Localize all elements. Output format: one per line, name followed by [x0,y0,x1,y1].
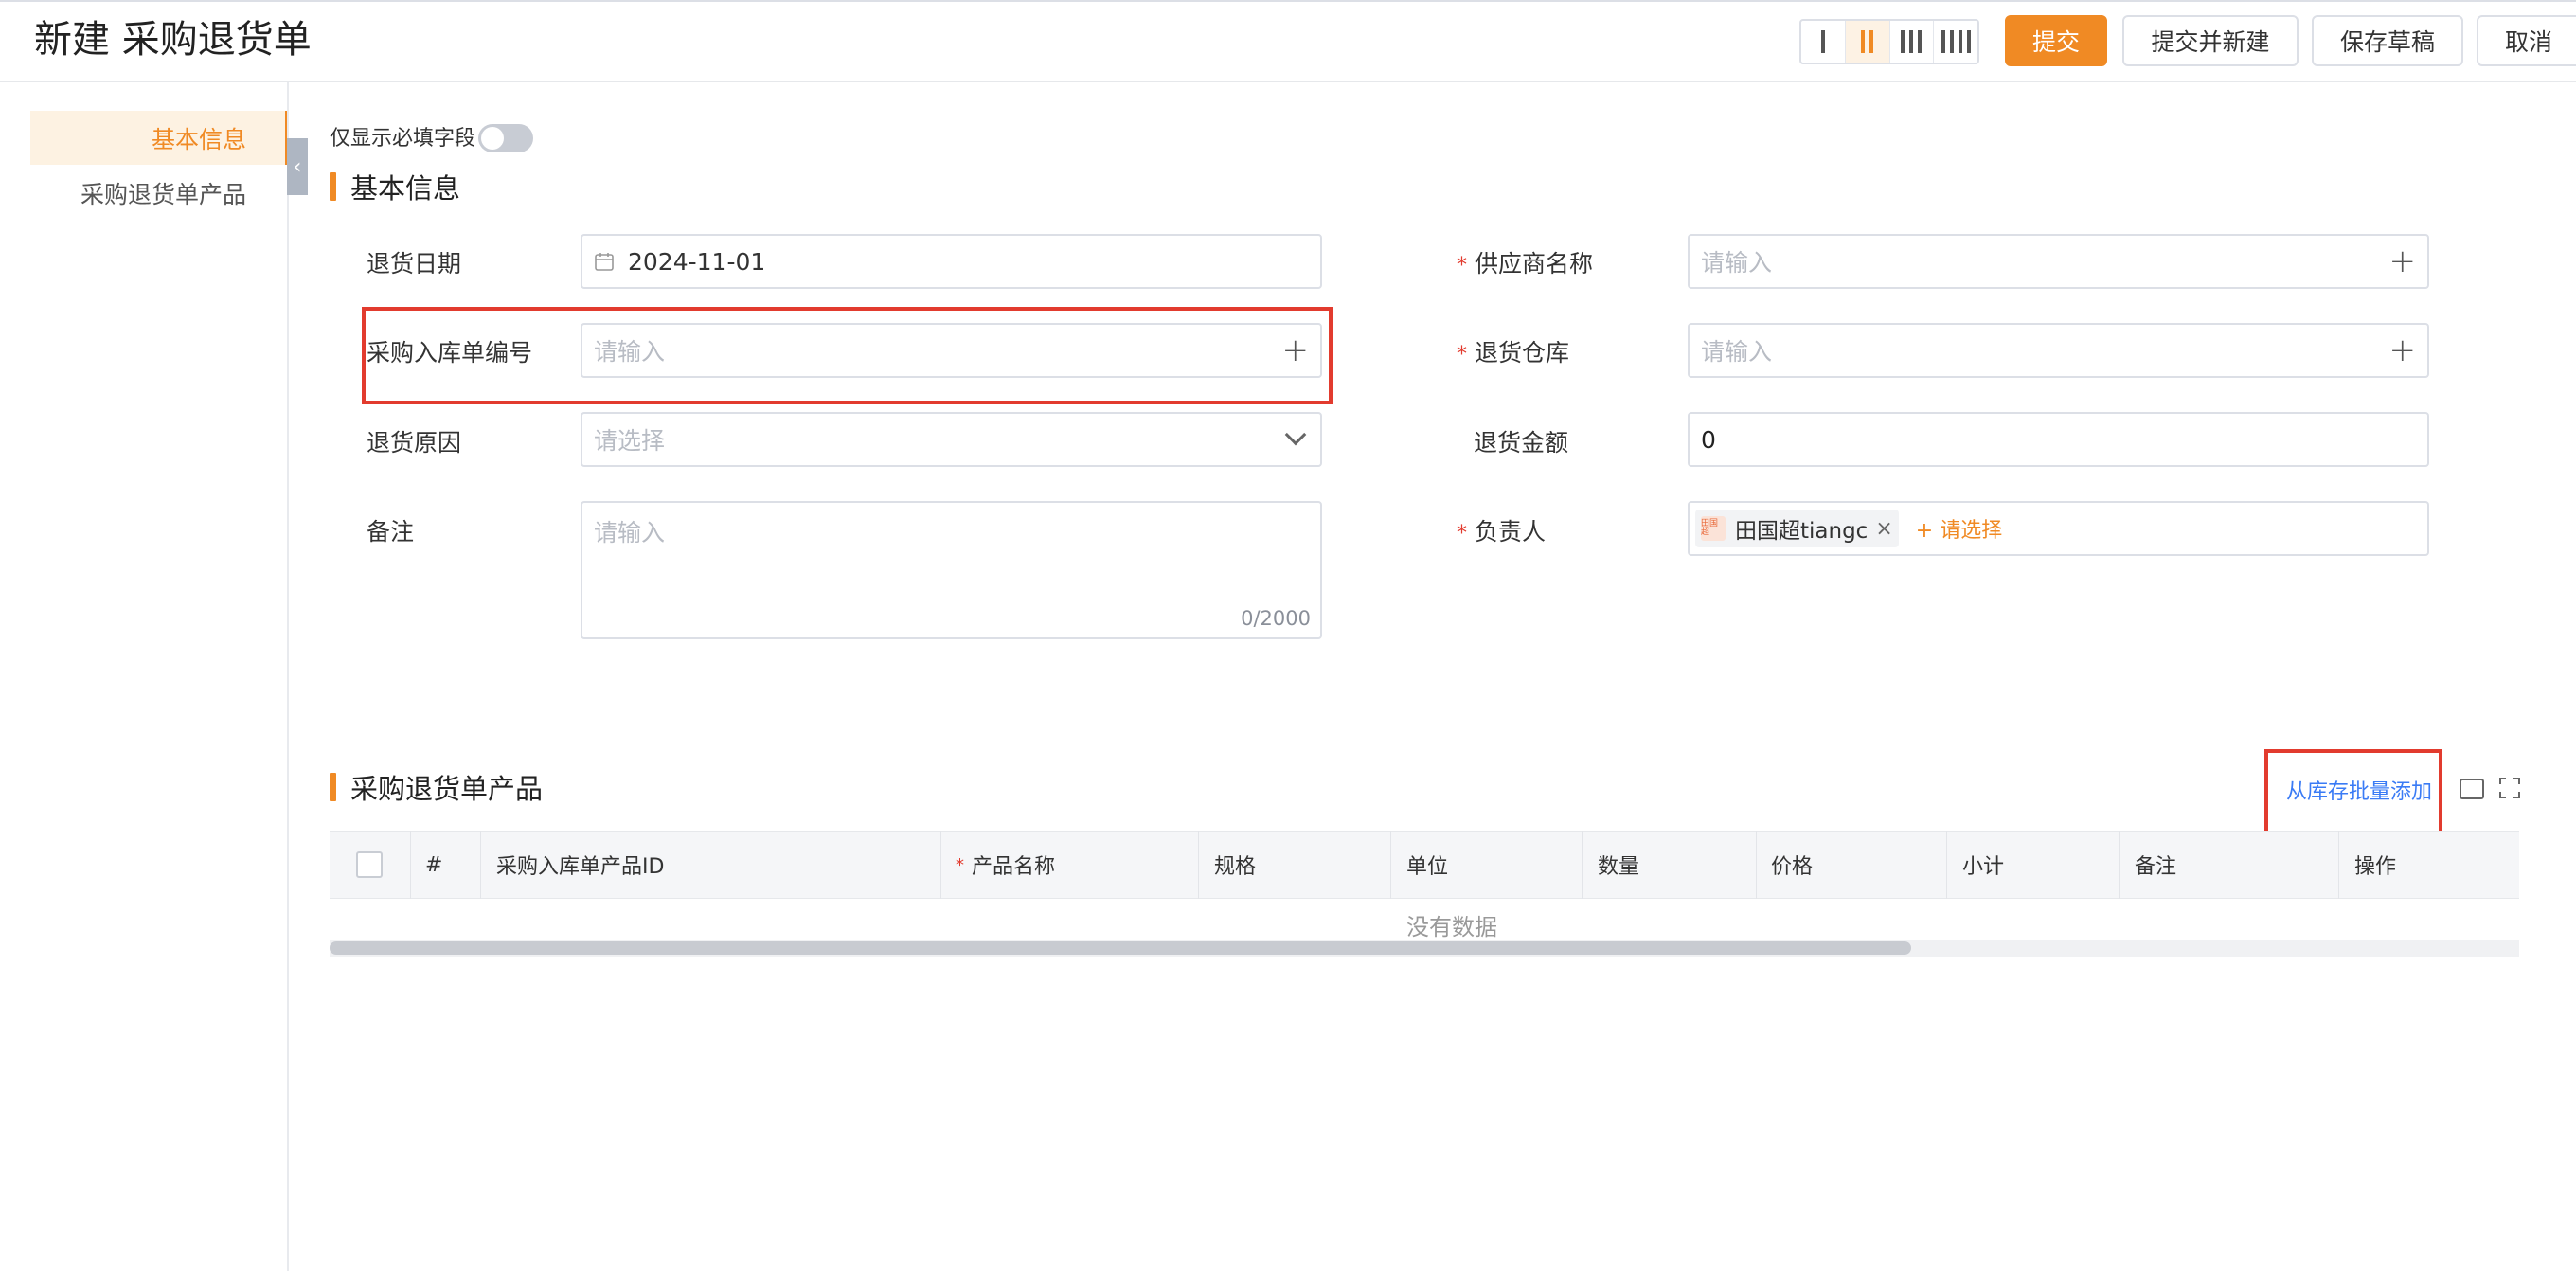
table-empty-text: 没有数据 [1406,914,1497,940]
inbound-no-placeholder: 请输入 [594,338,666,366]
warehouse-label-text: 退货仓库 [1474,339,1569,367]
column-header-remark: 备注 [2135,855,2177,879]
column-header-actions: 操作 [2354,855,2397,879]
layout-four-column-button[interactable] [1934,21,1977,63]
required-mark: * [1457,522,1467,546]
fullscreen-icon[interactable] [2498,777,2521,799]
warehouse-placeholder: 请输入 [1701,338,1773,366]
one-column-icon [1820,30,1825,53]
submit-and-new-button[interactable]: 提交并新建 [2122,15,2299,66]
remark-char-counter: 0/2000 [1241,607,1311,630]
column-separator [480,831,481,899]
column-separator [1582,831,1583,899]
amount-value: 0 [1701,425,1716,454]
select-all-checkbox[interactable] [356,851,383,878]
select-all-cell [356,831,383,899]
avatar: 田国超 [1701,516,1726,541]
return-reason-select[interactable]: 请选择 [581,412,1322,467]
inbound-no-label: 采购入库单编号 [367,339,533,367]
four-column-icon [1941,30,1971,53]
return-date-input[interactable]: 2024-11-01 [581,234,1322,289]
return-date-value: 2024-11-01 [628,247,766,276]
supplier-placeholder: 请输入 [1701,249,1773,277]
layout-column-switch [1799,19,1979,64]
required-mark: * [956,854,964,875]
plus-icon[interactable]: + [1282,334,1310,367]
calendar-icon [595,253,614,271]
three-column-icon [1901,30,1923,53]
return-date-label: 退货日期 [367,250,462,277]
amount-input[interactable]: 0 [1688,412,2429,467]
owner-picker[interactable]: 田国超 田国超tiangc × + 请选择 [1688,501,2429,556]
column-header-subtotal: 小计 [1962,855,2005,879]
required-only-label: 仅显示必填字段 [330,127,476,151]
save-draft-button[interactable]: 保存草稿 [2312,15,2463,66]
remark-textarea[interactable]: 请输入 0/2000 [581,501,1322,639]
column-header-inbound-product-id: 采购入库单产品ID [496,855,665,879]
column-separator [1946,831,1947,899]
close-icon[interactable]: × [1875,517,1892,541]
owner-label: * 负责人 [1457,513,1546,547]
chevron-down-icon [1284,423,1307,446]
amount-label: 退货金额 [1474,429,1569,456]
owner-tag-name: 田国超tiangc [1735,519,1869,544]
plus-icon[interactable]: + [2389,245,2417,277]
return-reason-label: 退货原因 [367,429,462,456]
top-border [0,0,2576,2]
keyboard-icon[interactable] [2460,779,2484,799]
sidebar-collapse-button[interactable]: ‹ [287,138,308,195]
required-mark: * [1457,343,1467,367]
layout-three-column-button[interactable] [1890,21,1935,63]
plus-icon[interactable]: + [2389,334,2417,367]
page-title: 新建 采购退货单 [34,18,312,62]
section-title-basic: 基本信息 [350,172,461,205]
inbound-no-input[interactable]: 请输入 + [581,323,1322,378]
column-separator [1198,831,1199,899]
supplier-input[interactable]: 请输入 + [1688,234,2429,289]
column-header-price: 价格 [1771,855,1814,879]
chevron-left-icon: ‹ [293,154,302,179]
column-header-index: # [425,852,443,877]
header-divider [0,81,2576,82]
column-header-spec: 规格 [1214,855,1257,879]
submit-button[interactable]: 提交 [2005,15,2107,66]
column-separator [940,831,941,899]
remark-placeholder: 请输入 [594,519,666,546]
toggle-knob [481,127,504,150]
cancel-button[interactable]: 取消 [2477,15,2576,66]
column-separator [410,831,411,899]
supplier-label-text: 供应商名称 [1474,250,1593,277]
owner-tag: 田国超 田国超tiangc × [1695,510,1899,547]
column-header-product-name: * 产品名称 [956,831,1055,899]
remark-label: 备注 [367,518,415,546]
column-separator [1390,831,1391,899]
owner-add-link[interactable]: + 请选择 [1916,513,2002,544]
sidebar-item-basic-info[interactable]: 基本信息 [152,121,246,155]
section-marker [330,773,336,801]
sidebar-divider [287,82,289,1271]
column-separator [1756,831,1757,899]
supplier-label: * 供应商名称 [1457,245,1593,279]
column-header-quantity: 数量 [1598,855,1640,879]
layout-one-column-button[interactable] [1801,21,1846,63]
required-mark: * [1457,254,1467,277]
column-separator [2119,831,2120,899]
column-header-unit: 单位 [1406,855,1449,879]
horizontal-scrollbar-thumb[interactable] [330,941,1911,955]
return-reason-placeholder: 请选择 [594,427,666,455]
warehouse-input[interactable]: 请输入 + [1688,323,2429,378]
owner-label-text: 负责人 [1474,518,1546,546]
sidebar-item-products[interactable]: 采购退货单产品 [80,176,246,210]
batch-add-from-stock-link[interactable]: 从库存批量添加 [2286,775,2432,805]
two-column-icon [1861,30,1874,53]
column-separator [2338,831,2339,899]
column-header-product-name-text: 产品名称 [972,855,1056,879]
layout-two-column-button[interactable] [1845,21,1890,63]
section-title-products: 采购退货单产品 [350,773,544,805]
section-marker [330,172,336,201]
warehouse-label: * 退货仓库 [1457,334,1569,368]
